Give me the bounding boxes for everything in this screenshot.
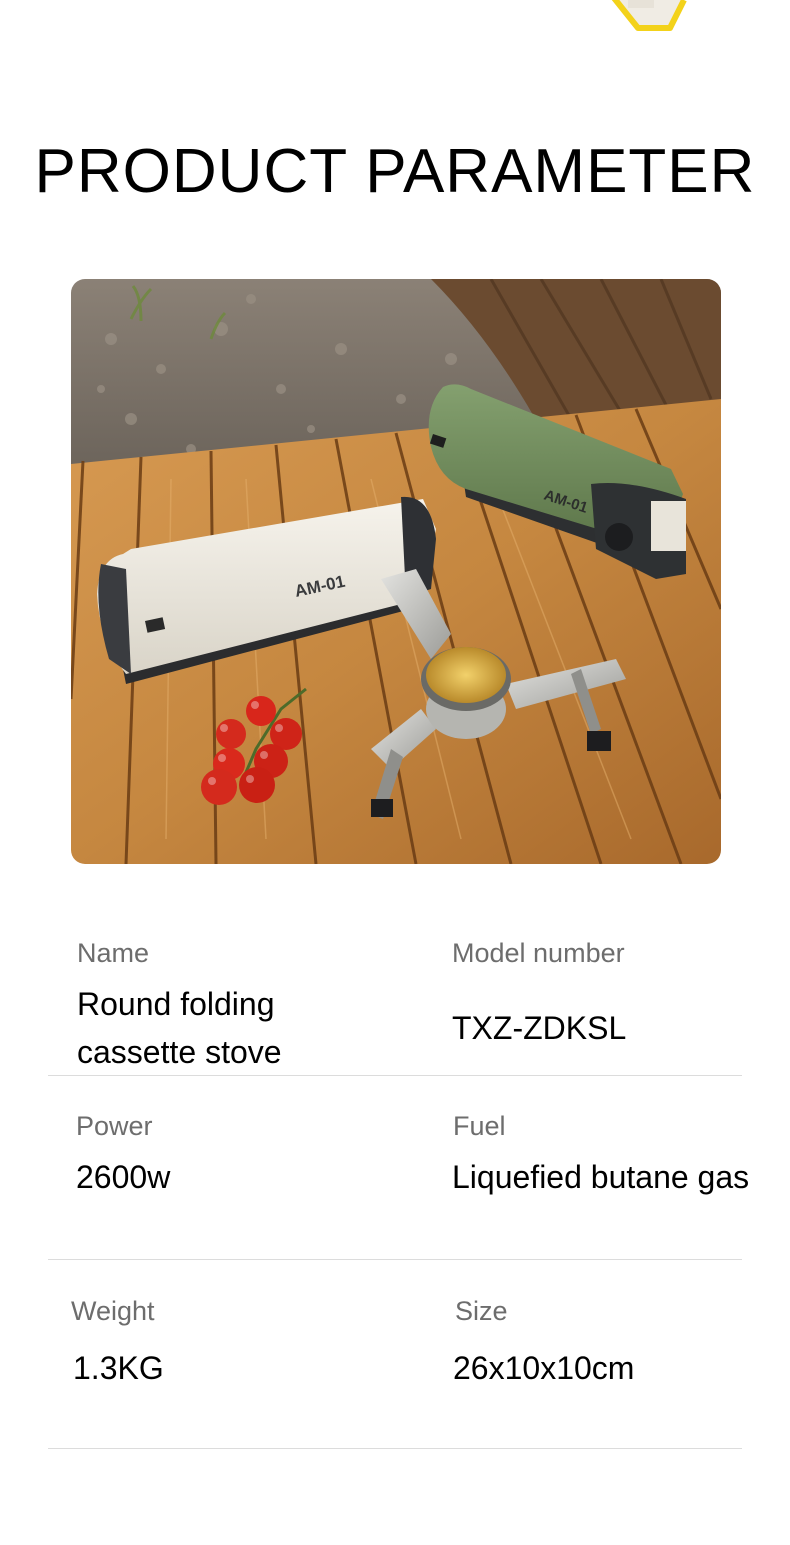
page-title: PRODUCT PARAMETER <box>34 137 756 206</box>
spec-value-size: 26x10x10cm <box>453 1350 635 1386</box>
spec-value-model-number: TXZ-ZDKSL <box>452 1010 627 1046</box>
top-decoration-icon <box>611 0 687 31</box>
spec-label-name: Name <box>77 938 150 968</box>
spec-value-name: Round folding cassette stove <box>77 986 282 1070</box>
spec-label-power: Power <box>76 1111 153 1141</box>
divider <box>48 1075 742 1076</box>
product-photo: AM-01 AM-01 <box>71 279 721 864</box>
divider <box>48 1448 742 1449</box>
divider <box>48 1259 742 1260</box>
spec-label-size: Size <box>455 1296 508 1326</box>
spec-value-fuel: Liquefied butane gas <box>452 1159 750 1195</box>
spec-value-power: 2600w <box>76 1159 171 1195</box>
spec-label-fuel: Fuel <box>453 1111 506 1141</box>
spec-label-weight: Weight <box>71 1296 155 1326</box>
spec-value-weight: 1.3KG <box>73 1350 164 1386</box>
spec-label-model-number: Model number <box>452 938 625 968</box>
